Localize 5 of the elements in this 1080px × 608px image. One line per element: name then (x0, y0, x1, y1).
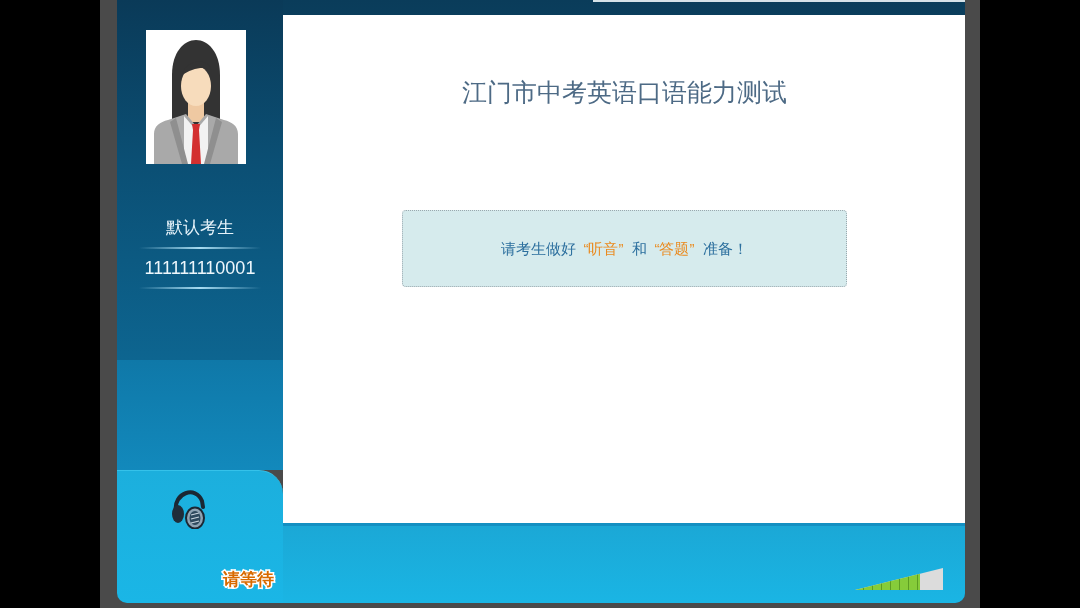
status-text: 请等待 (221, 569, 275, 590)
notice-text: 请考生做好 “听音” 和 “答题” 准备！ (500, 238, 748, 259)
candidate-id: 111111110001 (143, 257, 257, 280)
candidate-name: 默认考生 (165, 217, 235, 239)
exam-title: 江门市中考英语口语能力测试 (461, 78, 787, 108)
